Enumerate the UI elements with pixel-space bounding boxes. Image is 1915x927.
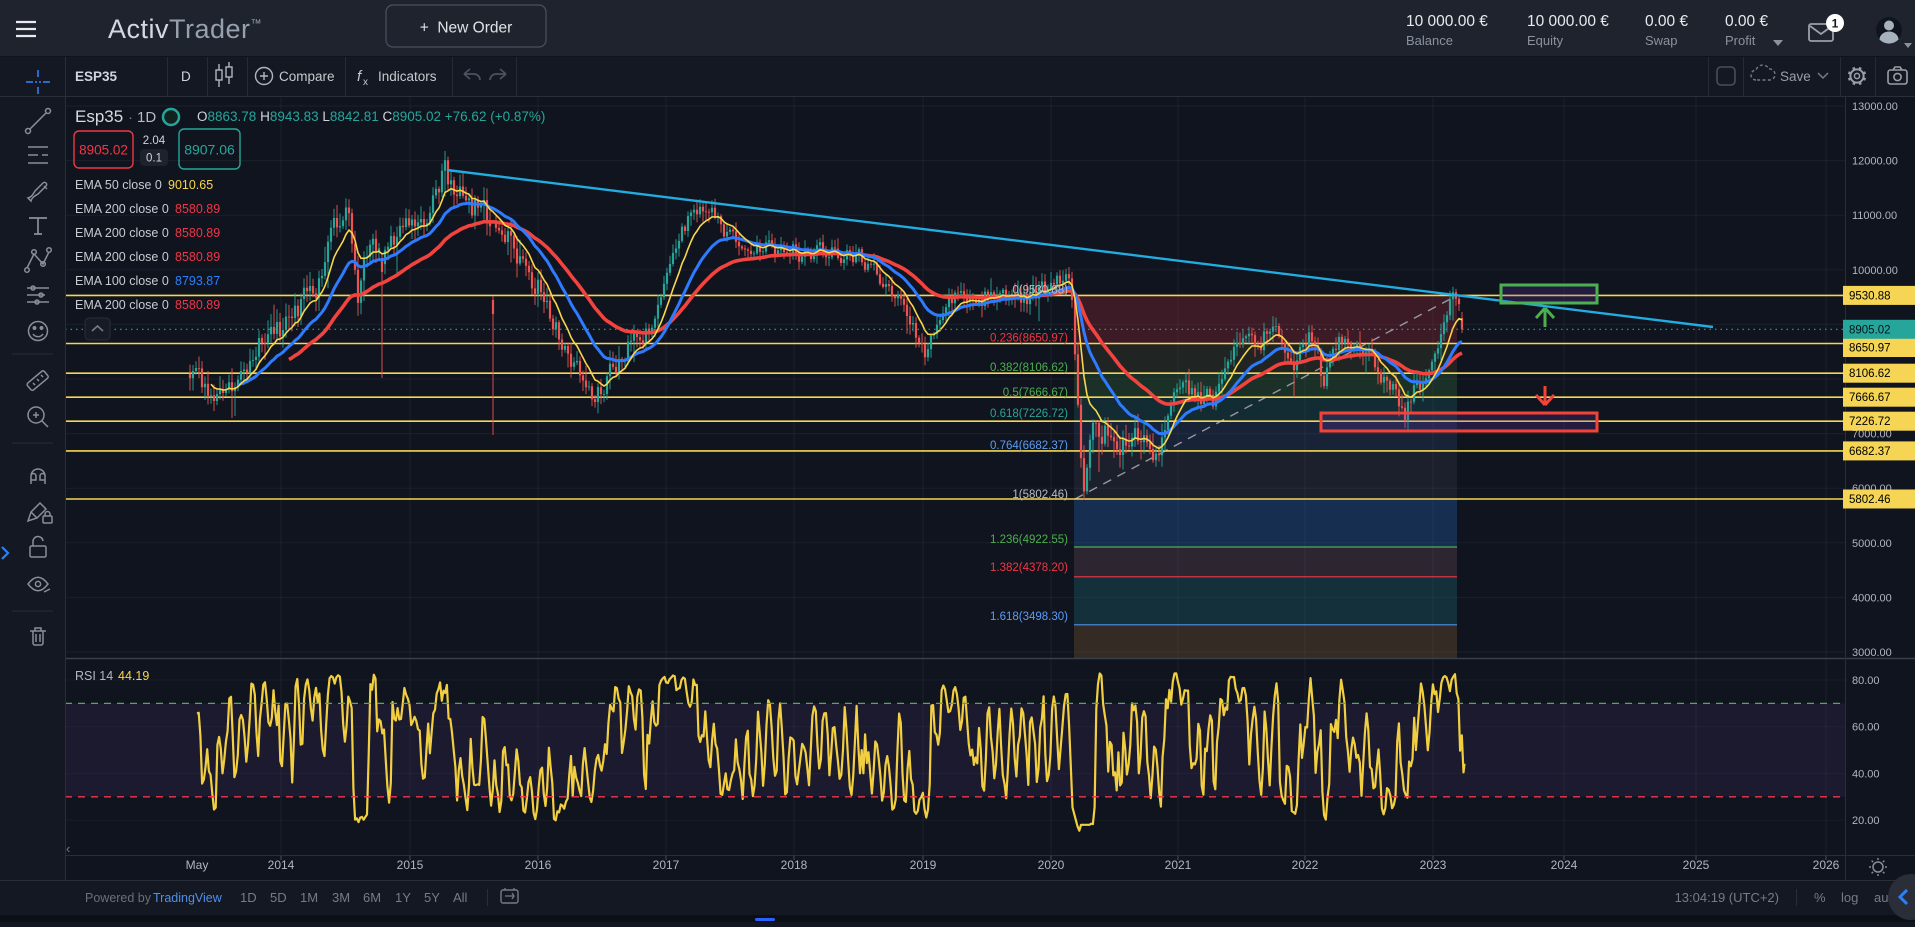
svg-text:2026: 2026 [1813,858,1840,872]
svg-text:8905.02: 8905.02 [1849,324,1891,336]
svg-text:44.19: 44.19 [118,669,149,683]
svg-text:Swap: Swap [1645,33,1678,48]
svg-text:All: All [453,890,468,905]
svg-text:Balance: Balance [1406,33,1453,48]
svg-text:Equity: Equity [1527,33,1564,48]
svg-text:2020: 2020 [1038,858,1065,872]
svg-text:ESP35: ESP35 [75,69,118,84]
svg-text:·: · [128,109,133,126]
svg-text:2021: 2021 [1165,858,1192,872]
svg-text:Save: Save [1780,69,1811,84]
svg-text:EMA 200 close 0: EMA 200 close 0 [75,250,169,264]
svg-text:5802.46: 5802.46 [1849,494,1891,506]
svg-text:8650.97: 8650.97 [1849,343,1891,355]
svg-text:40.00: 40.00 [1852,768,1880,780]
svg-text:May: May [186,858,209,872]
svg-text:ActivTrader™: ActivTrader™ [108,14,262,44]
svg-text:1.618(3498.30): 1.618(3498.30) [990,611,1068,623]
svg-text:EMA 100 close 0: EMA 100 close 0 [75,274,169,288]
svg-text:5Y: 5Y [424,890,440,905]
svg-text:EMA 50 close 0: EMA 50 close 0 [75,178,162,192]
svg-text:1D: 1D [137,109,156,126]
svg-text:log: log [1841,890,1858,905]
svg-text:8793.87: 8793.87 [175,274,220,288]
svg-text:‹: ‹ [66,841,70,856]
svg-text:0.236(8650.97): 0.236(8650.97) [990,333,1068,345]
svg-text:2.04: 2.04 [143,135,166,147]
svg-text:8580.89: 8580.89 [175,202,220,216]
svg-text:13:04:19 (UTC+2): 13:04:19 (UTC+2) [1675,890,1779,905]
svg-text:12000.00: 12000.00 [1852,156,1898,168]
svg-text:O8863.78 H8943.83 L8842.81 C89: O8863.78 H8943.83 L8842.81 C8905.02 +76.… [197,109,545,124]
svg-text:10000.00: 10000.00 [1852,265,1898,277]
svg-text:2019: 2019 [910,858,937,872]
svg-text:6682.37: 6682.37 [1849,446,1891,458]
svg-text:1Y: 1Y [395,890,411,905]
svg-text:+ New Order: + New Order [420,20,513,37]
svg-text:2017: 2017 [653,858,680,872]
svg-text:11000.00: 11000.00 [1852,210,1897,222]
svg-text:8580.89: 8580.89 [175,250,220,264]
svg-text:0.00 €: 0.00 € [1725,13,1768,30]
svg-text:D: D [181,69,191,84]
svg-text:2014: 2014 [268,858,295,872]
svg-text:5D: 5D [270,890,287,905]
svg-text:0.764(6682.37): 0.764(6682.37) [990,440,1068,452]
svg-text:8580.89: 8580.89 [175,226,220,240]
svg-text:10 000.00 €: 10 000.00 € [1527,13,1609,30]
svg-text:6M: 6M [363,890,381,905]
svg-text:2024: 2024 [1551,858,1578,872]
svg-text:3M: 3M [332,890,350,905]
svg-text:9530.88: 9530.88 [1849,290,1891,302]
svg-text:2022: 2022 [1292,858,1319,872]
svg-text:13000.00: 13000.00 [1852,101,1898,113]
svg-text:10 000.00 €: 10 000.00 € [1406,13,1488,30]
svg-text:EMA 200 close 0: EMA 200 close 0 [75,226,169,240]
svg-text:8580.89: 8580.89 [175,298,220,312]
svg-text:0.618(7226.72): 0.618(7226.72) [990,408,1068,420]
svg-text:1(5802.46): 1(5802.46) [1012,489,1068,501]
svg-text:0.00 €: 0.00 € [1645,13,1688,30]
svg-text:60.00: 60.00 [1852,722,1880,734]
svg-text:1D: 1D [240,890,257,905]
svg-text:80.00: 80.00 [1852,675,1880,687]
svg-text:2023: 2023 [1420,858,1447,872]
svg-text:2016: 2016 [525,858,552,872]
svg-text:%: % [1814,890,1826,905]
svg-text:4000.00: 4000.00 [1852,592,1892,604]
svg-text:8905.02: 8905.02 [79,143,128,158]
svg-text:9010.65: 9010.65 [168,178,213,192]
svg-text:1M: 1M [300,890,318,905]
svg-text:Esp35: Esp35 [75,107,123,126]
svg-text:7226.72: 7226.72 [1849,416,1891,428]
svg-text:x: x [363,77,368,88]
svg-text:2015: 2015 [397,858,424,872]
svg-text:EMA 200 close 0: EMA 200 close 0 [75,298,169,312]
svg-text:EMA 200 close 0: EMA 200 close 0 [75,202,169,216]
svg-text:5000.00: 5000.00 [1852,538,1892,550]
svg-text:2018: 2018 [781,858,808,872]
svg-text:TradingView: TradingView [153,891,223,905]
svg-text:20.00: 20.00 [1852,815,1880,827]
svg-text:0.1: 0.1 [146,153,162,165]
svg-text:Indicators: Indicators [378,69,437,84]
svg-text:RSI 14: RSI 14 [75,669,113,683]
svg-text:3000.00: 3000.00 [1852,647,1892,659]
svg-text:Compare: Compare [279,69,335,84]
svg-text:1: 1 [1832,17,1839,31]
svg-text:Profit: Profit [1725,33,1756,48]
svg-text:0.382(8106.62): 0.382(8106.62) [990,362,1068,374]
svg-text:2025: 2025 [1683,858,1710,872]
svg-text:0(9530.88): 0(9530.88) [1012,284,1068,296]
svg-text:8106.62: 8106.62 [1849,368,1891,380]
svg-text:8907.06: 8907.06 [184,142,235,158]
svg-text:0.5(7666.67): 0.5(7666.67) [1003,387,1068,399]
svg-text:7666.67: 7666.67 [1849,392,1891,404]
svg-text:Powered by: Powered by [85,891,152,905]
svg-text:1.382(4378.20): 1.382(4378.20) [990,562,1068,574]
svg-text:1.236(4922.55): 1.236(4922.55) [990,534,1068,546]
